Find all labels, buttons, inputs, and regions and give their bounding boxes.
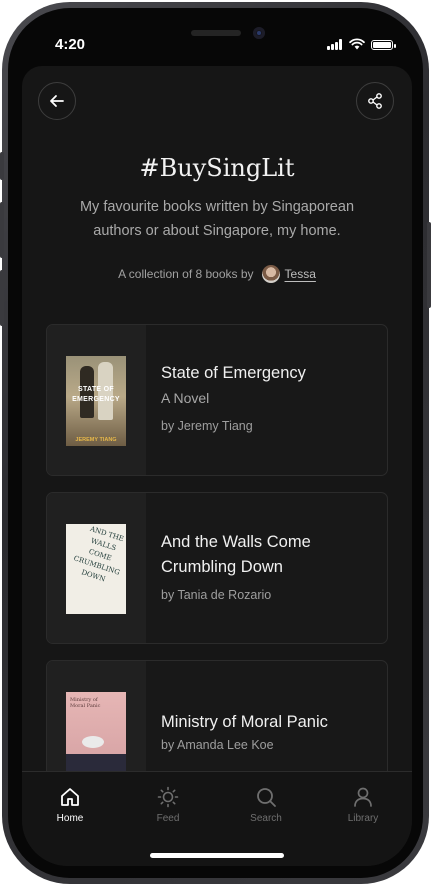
tab-search[interactable]: Search: [231, 786, 301, 824]
book-title[interactable]: And the Walls Come Crumbling Down: [161, 530, 377, 580]
status-bar: 4:20: [0, 0, 431, 66]
sun-icon: [157, 786, 179, 808]
collection-byline: A collection of 8 books by Tessa: [22, 265, 412, 283]
tab-label: Feed: [156, 813, 180, 824]
author-avatar[interactable]: [261, 265, 280, 283]
tab-label: Search: [250, 813, 282, 824]
tab-library[interactable]: Library: [328, 786, 398, 824]
book-author: by Amanda Lee Koe: [161, 738, 274, 752]
tab-label: Home: [56, 813, 84, 824]
mute-switch: [0, 152, 4, 180]
collection-description: My favourite books written by Singaporea…: [79, 199, 355, 239]
wifi-icon: [349, 38, 365, 50]
book-cover[interactable]: Ministry of Moral Panic: [66, 692, 126, 782]
cover-author: JEREMY TIANG: [75, 437, 117, 443]
back-button[interactable]: [38, 82, 76, 120]
cover-title-line: STATE OF: [78, 386, 114, 393]
front-camera: [253, 27, 265, 39]
cover-title-line: EMERGENCY: [72, 396, 120, 403]
book-cover[interactable]: AND THE WALLS COME CRUMBLING DOWN: [66, 524, 126, 614]
book-title[interactable]: Ministry of Moral Panic: [161, 710, 377, 735]
back-arrow-icon: [50, 95, 64, 107]
book-author: by Tania de Rozario: [161, 588, 272, 602]
book-cover[interactable]: STATE OF EMERGENCY JEREMY TIANG: [66, 356, 126, 446]
book-title[interactable]: State of Emergency: [161, 361, 377, 386]
share-button[interactable]: [356, 82, 394, 120]
tab-label: Library: [347, 813, 379, 824]
collection-title: #BuySingLit: [139, 154, 295, 182]
power-button: [427, 222, 431, 308]
user-icon: [354, 787, 372, 807]
app-screen: #BuySingLit My favourite books written b…: [22, 66, 412, 866]
book-card[interactable]: AND THE WALLS COME CRUMBLING DOWN And th…: [46, 492, 388, 644]
volume-up-button: [0, 202, 4, 258]
earpiece-speaker: [191, 30, 241, 36]
home-icon: [61, 788, 79, 806]
volume-down-button: [0, 270, 4, 326]
book-subtitle: A Novel: [161, 390, 210, 406]
author-link[interactable]: Tessa: [285, 267, 316, 281]
cellular-signal-icon: [327, 39, 343, 50]
book-author: by Jeremy Tiang: [161, 419, 253, 433]
tab-home[interactable]: Home: [35, 786, 105, 824]
status-icons: [327, 38, 396, 50]
share-icon: [368, 93, 382, 109]
status-time: 4:20: [55, 36, 86, 53]
book-card[interactable]: STATE OF EMERGENCY JEREMY TIANG State of…: [46, 324, 388, 476]
byline-prefix: A collection of 8 books by: [118, 267, 254, 281]
tab-feed[interactable]: Feed: [133, 786, 203, 824]
home-indicator[interactable]: [150, 853, 284, 858]
search-icon: [257, 788, 276, 807]
book-info: Ministry of Moral Panic by Amanda Lee Ko…: [161, 710, 377, 752]
book-info: State of Emergency A Novel by Jeremy Tia…: [161, 361, 377, 433]
battery-icon: [371, 40, 396, 50]
book-info: And the Walls Come Crumbling Down by Tan…: [161, 530, 377, 602]
cover-title-line: Moral Panic: [70, 703, 101, 709]
bottom-tab-bar: Home Feed Search Library: [22, 771, 412, 866]
